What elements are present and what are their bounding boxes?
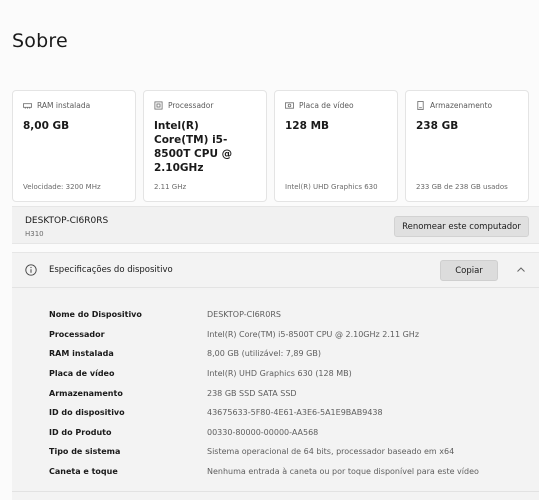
card-label: RAM instalada: [37, 101, 91, 110]
row-label: RAM instalada: [49, 349, 114, 359]
video-card-icon: [285, 102, 294, 109]
card-value: 238 GB: [416, 120, 459, 132]
ram-icon: [23, 103, 32, 109]
row-value: DESKTOP-CI6R0RS: [207, 310, 281, 320]
chevron-up-icon[interactable]: [516, 265, 526, 275]
card-value: 128 MB: [285, 120, 330, 132]
card-value: 8,00 GB: [23, 120, 70, 132]
card-storage: Armazenamento 238 GB 233 GB de 238 GB us…: [405, 90, 529, 202]
divider: [12, 491, 539, 492]
row-value: 00330-80000-00000-AA568: [207, 427, 319, 437]
copy-button[interactable]: Copiar: [440, 260, 498, 281]
table-row: Tipo de sistema Sistema operacional de 6…: [49, 442, 534, 462]
row-value: Intel(R) Core(TM) i5-8500T CPU @ 2.10GHz…: [207, 329, 420, 339]
card-foot: 233 GB de 238 GB usados: [416, 183, 508, 191]
specs-header[interactable]: Especificações do dispositivo Copiar: [12, 253, 539, 288]
rename-pc-button[interactable]: Renomear este computador: [394, 216, 529, 237]
row-label: ID do dispositivo: [49, 408, 125, 418]
specs-title: Especificações do dispositivo: [49, 265, 173, 275]
device-specs-section: Especificações do dispositivo Copiar Nom…: [12, 252, 539, 500]
row-value: Intel(R) UHD Graphics 630 (128 MB): [207, 369, 352, 379]
card-foot: Intel(R) UHD Graphics 630: [285, 183, 378, 191]
storage-icon: [417, 101, 424, 110]
row-label: Caneta e toque: [49, 467, 118, 477]
row-value: Nenhuma entrada à caneta ou por toque di…: [207, 467, 479, 477]
card-ram: RAM instalada 8,00 GB Velocidade: 3200 M…: [12, 90, 136, 202]
table-row: Armazenamento 238 GB SSD SATA SSD: [49, 383, 534, 403]
row-value: Sistema operacional de 64 bits, processa…: [207, 447, 455, 457]
row-label: Processador: [49, 329, 105, 339]
device-bar: DESKTOP-CI6R0RS H310 Renomear este compu…: [12, 206, 539, 244]
table-row: ID do Produto 00330-80000-00000-AA568: [49, 423, 534, 443]
card-foot: Velocidade: 3200 MHz: [23, 183, 101, 191]
card-video: Placa de vídeo 128 MB Intel(R) UHD Graph…: [274, 90, 398, 202]
table-row: Caneta e toque Nenhuma entrada à caneta …: [49, 462, 534, 482]
row-value: 43675633-5F80-4E61-A3E6-5A1E9BAB9438: [207, 408, 383, 418]
table-row: Placa de vídeo Intel(R) UHD Graphics 630…: [49, 364, 534, 384]
row-value: 238 GB SSD SATA SSD: [207, 388, 297, 398]
spec-cards: RAM instalada 8,00 GB Velocidade: 3200 M…: [12, 90, 529, 202]
card-label: Processador: [168, 101, 214, 110]
device-model: H310: [25, 230, 44, 238]
row-label: Placa de vídeo: [49, 369, 115, 379]
processor-icon: [154, 101, 163, 110]
row-value: 8,00 GB (utilizável: 7,89 GB): [207, 349, 321, 359]
spec-rows: Nome do Dispositivo DESKTOP-CI6R0RS Proc…: [49, 305, 534, 481]
table-row: RAM instalada 8,00 GB (utilizável: 7,89 …: [49, 344, 534, 364]
table-row: Processador Intel(R) Core(TM) i5-8500T C…: [49, 325, 534, 345]
about-page: Sobre RAM instalada 8,00 GB Velocidade: …: [0, 0, 539, 500]
device-name: DESKTOP-CI6R0RS: [25, 216, 109, 226]
info-icon: [25, 264, 37, 276]
row-label: Tipo de sistema: [49, 447, 121, 457]
row-label: Nome do Dispositivo: [49, 310, 142, 320]
row-label: ID do Produto: [49, 427, 112, 437]
card-foot: 2.11 GHz: [154, 183, 187, 191]
page-title: Sobre: [12, 30, 68, 52]
row-label: Armazenamento: [49, 388, 123, 398]
card-value: Intel(R) Core(TM) i5-8500T CPU @ 2.10GHz: [154, 120, 233, 174]
card-processor: Processador Intel(R) Core(TM) i5-8500T C…: [143, 90, 267, 202]
card-label: Placa de vídeo: [299, 101, 354, 110]
card-label: Armazenamento: [430, 101, 493, 110]
table-row: ID do dispositivo 43675633-5F80-4E61-A3E…: [49, 403, 534, 423]
table-row: Nome do Dispositivo DESKTOP-CI6R0RS: [49, 305, 534, 325]
